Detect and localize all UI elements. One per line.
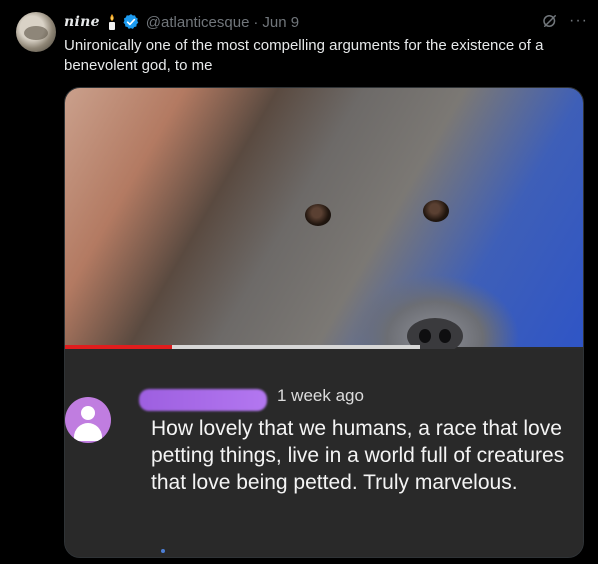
comment-text: How lovely that we humans, a race that l… — [151, 417, 565, 494]
tweet-text: Unironically one of the most compelling … — [64, 37, 544, 74]
more-horizontal-icon[interactable]: ··· — [569, 13, 588, 29]
tweet-date[interactable]: Jun 9 — [262, 14, 299, 31]
bat-left-eye — [305, 204, 331, 226]
bat-photo — [65, 88, 583, 354]
separator-dot: · — [253, 13, 259, 31]
verified-badge-icon[interactable] — [122, 13, 140, 31]
comment-avatar — [65, 397, 111, 443]
display-name[interactable]: nine — [64, 14, 100, 30]
grok-icon[interactable] — [541, 12, 559, 30]
bat-right-eye — [423, 200, 449, 222]
comment-screenshot: 1 week ago How lovely that we humans, a … — [65, 349, 583, 557]
tweet-media[interactable]: 1 week ago How lovely that we humans, a … — [64, 87, 584, 558]
comment-username-redacted — [139, 389, 267, 411]
user-handle[interactable]: @atlanticesque — [146, 14, 250, 31]
candle-emoji-icon — [106, 13, 118, 31]
tweet-header: nine @atlanticesque · Jun 9 — [64, 12, 584, 32]
comment-time: 1 week ago — [277, 386, 364, 405]
profile-avatar[interactable] — [16, 12, 56, 52]
comment-dot — [161, 549, 165, 553]
tweet-actions-top: ··· — [541, 12, 588, 30]
